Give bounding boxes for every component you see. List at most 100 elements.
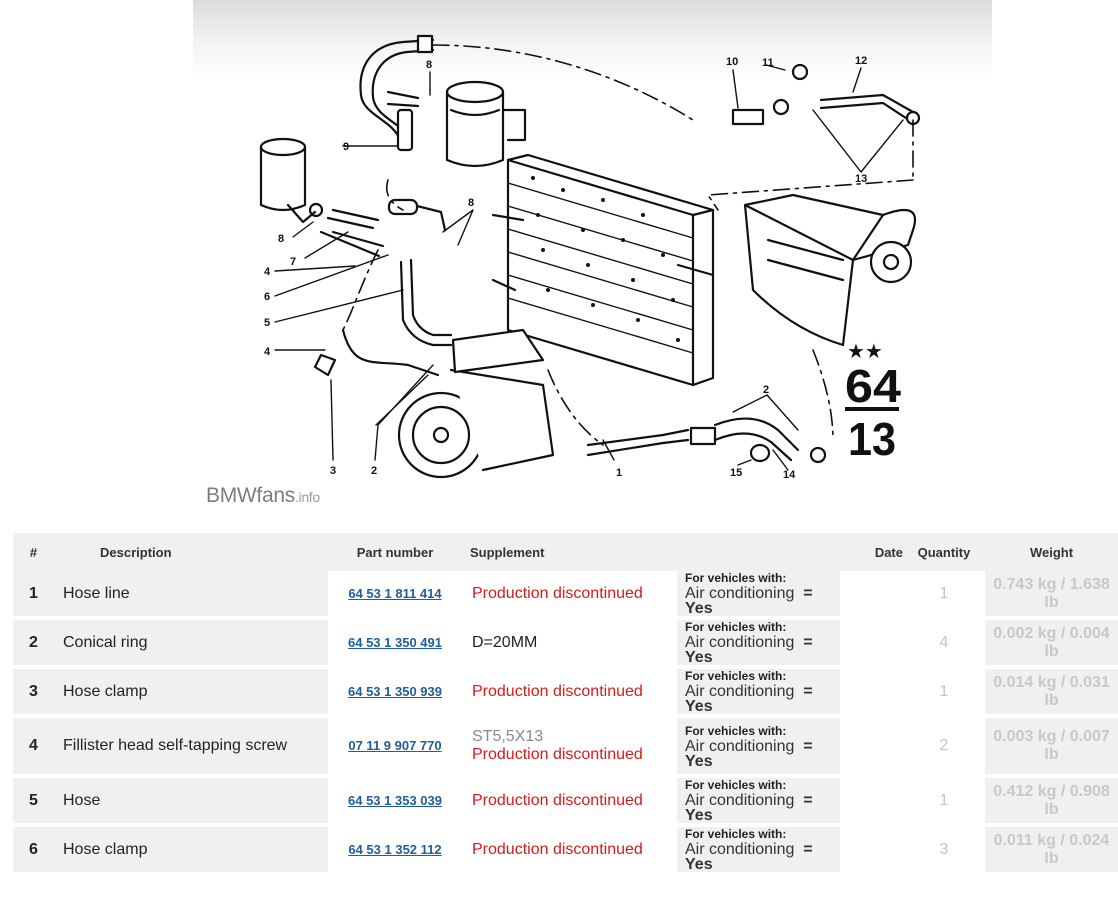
callout-9: 9 (343, 141, 349, 153)
part-number-cell: 64 53 1 353 039 (328, 778, 462, 827)
weight-cell: 0.003 kg / 0.007 lb (985, 718, 1118, 778)
row-number: 6 (13, 827, 54, 876)
vehicle-condition-header: For vehicles with: (685, 778, 787, 792)
parts-table-body: 1 Hose line 64 53 1 811 414 Production disc… (13, 571, 1118, 876)
supplement-text: D=20MM (472, 633, 538, 651)
header-description: Description (54, 533, 328, 571)
weight-cell: 0.412 kg / 0.908 lb (985, 778, 1118, 827)
vehicle-condition-header: For vehicles with: (685, 827, 787, 841)
supplement-text: Production discontinued (472, 584, 643, 602)
part-description: Hose line (54, 571, 328, 620)
header-part-number: Part number (328, 533, 462, 571)
quantity-cell: 3 (903, 827, 985, 876)
vehicle-condition-header: For vehicles with: (685, 571, 787, 585)
parts-diagram: 1 2 2 3 4 4 5 6 7 8 8 8 9 10 11 12 13 14… (193, 0, 992, 530)
quantity-cell: 4 (903, 620, 985, 669)
vehicle-condition-line: Air conditioning = Yes (685, 738, 840, 769)
callout-11: 11 (762, 57, 774, 69)
quantity-cell: 1 (903, 571, 985, 620)
part-number-link[interactable]: 64 53 1 811 414 (348, 586, 441, 601)
header-weight: Weight (985, 533, 1118, 571)
table-row: 4 Fillister head self-tapping screw 07 11 … (13, 718, 1118, 778)
row-number: 5 (13, 778, 54, 827)
supplement-spec: ST5,5X13 (472, 728, 544, 745)
watermark-main: BMWfans (206, 484, 295, 507)
table-row: 3 Hose clamp 64 53 1 350 939 Production dis… (13, 669, 1118, 718)
supplement-cell: D=20MM (462, 620, 677, 669)
table-row: 1 Hose line 64 53 1 811 414 Production disc… (13, 571, 1118, 620)
callout-12: 12 (855, 55, 867, 67)
table-row: 5 Hose 64 53 1 353 039 Production discontin… (13, 778, 1118, 827)
part-description: Conical ring (54, 620, 328, 669)
supplement-text: Production discontinued (472, 746, 643, 763)
supplement-cell: ST5,5X13 Production discontinued (462, 718, 677, 778)
vehicle-condition-cell: For vehicles with: Air conditioning = Yes (677, 718, 840, 778)
date-cell (840, 669, 903, 718)
vehicle-condition-cell: For vehicles with: Air conditioning = Yes (677, 778, 840, 827)
group-number-top: 64 (845, 360, 901, 412)
callout-1: 1 (616, 467, 622, 479)
callout-4-lower: 4 (264, 346, 271, 358)
watermark-suffix: .info (294, 489, 320, 505)
header-quantity: Quantity (903, 533, 985, 571)
part-number-link[interactable]: 64 53 1 352 112 (348, 842, 441, 857)
part-number-cell: 64 53 1 350 939 (328, 669, 462, 718)
supplement-text: Production discontinued (472, 840, 643, 858)
date-cell (840, 718, 903, 778)
weight-cell: 0.014 kg / 0.031 lb (985, 669, 1118, 718)
callout-8-mid: 8 (468, 197, 474, 209)
vehicle-condition-line: Air conditioning = Yes (685, 684, 840, 715)
supplement-text: Production discontinued (472, 791, 643, 809)
weight-cell: 0.002 kg / 0.004 lb (985, 620, 1118, 669)
header-num: # (13, 533, 54, 571)
header-date: Date (840, 533, 903, 571)
part-number-cell: 64 53 1 811 414 (328, 571, 462, 620)
part-number-cell: 07 11 9 907 770 (328, 718, 462, 778)
exploded-view-drawing: 1 2 2 3 4 4 5 6 7 8 8 8 9 10 11 12 13 14… (259, 34, 921, 481)
supplement-cell: Production discontinued (462, 669, 677, 718)
vehicle-condition-header: For vehicles with: (685, 723, 787, 738)
part-number-link[interactable]: 07 11 9 907 770 (348, 738, 441, 753)
quantity-cell: 1 (903, 778, 985, 827)
callout-13: 13 (855, 173, 867, 185)
row-number: 1 (13, 571, 54, 620)
row-number: 4 (13, 718, 54, 778)
header-supplement: Supplement (462, 533, 677, 571)
supplement-cell: Production discontinued (462, 778, 677, 827)
part-number-link[interactable]: 64 53 1 350 491 (348, 635, 442, 650)
part-description: Hose clamp (54, 827, 328, 876)
vehicle-condition-cell: For vehicles with: Air conditioning = Yes (677, 827, 840, 876)
callout-2-lower: 2 (371, 465, 377, 477)
callout-3: 3 (330, 465, 336, 477)
callout-10: 10 (726, 56, 738, 68)
part-description: Fillister head self-tapping screw (54, 718, 328, 778)
callout-7: 7 (290, 256, 296, 268)
weight-cell: 0.011 kg / 0.024 lb (985, 827, 1118, 876)
part-number-cell: 64 53 1 350 491 (328, 620, 462, 669)
callout-15: 15 (730, 467, 742, 479)
callout-6: 6 (264, 291, 270, 303)
table-header-row: # Description Part number Supplement Dat… (13, 533, 1118, 571)
callout-5: 5 (264, 317, 270, 329)
header-vehicle (677, 533, 840, 571)
quantity-cell: 1 (903, 669, 985, 718)
part-description: Hose (54, 778, 328, 827)
vehicle-condition-line: Air conditioning = Yes (685, 793, 840, 824)
vehicle-condition-header: For vehicles with: (685, 620, 787, 634)
vehicle-condition-cell: For vehicles with: Air conditioning = Yes (677, 620, 840, 669)
part-number-link[interactable]: 64 53 1 350 939 (348, 684, 442, 699)
part-description: Hose clamp (54, 669, 328, 718)
part-number-cell: 64 53 1 352 112 (328, 827, 462, 876)
watermark-logo: BMWfans.info (206, 484, 320, 508)
callout-8-left: 8 (278, 233, 284, 245)
vehicle-condition-line: Air conditioning = Yes (685, 586, 840, 617)
supplement-cell: Production discontinued (462, 827, 677, 876)
supplement-cell: Production discontinued (462, 571, 677, 620)
row-number: 3 (13, 669, 54, 718)
callout-2-upper: 2 (763, 384, 769, 396)
date-cell (840, 827, 903, 876)
row-number: 2 (13, 620, 54, 669)
callout-4-upper: 4 (264, 266, 271, 278)
part-number-link[interactable]: 64 53 1 353 039 (348, 793, 442, 808)
callout-8-top: 8 (426, 59, 432, 71)
